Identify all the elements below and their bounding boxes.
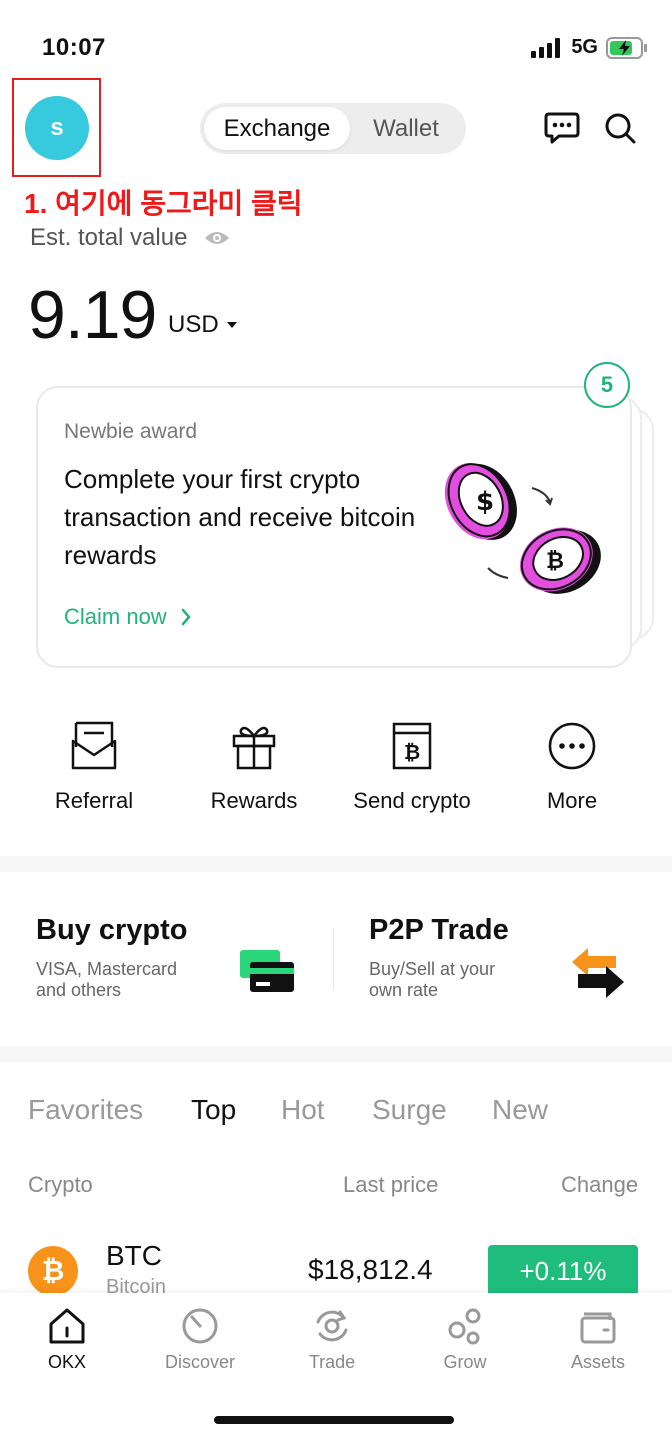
balance-amount: 9.19 — [28, 277, 157, 353]
row-change-badge[interactable]: +0.11% — [488, 1245, 638, 1297]
buy-crypto-title: Buy crypto — [36, 914, 188, 946]
nav-discover[interactable]: Discover — [145, 1306, 255, 1373]
section-divider — [0, 1046, 672, 1062]
card-kicker: Newbie award — [64, 420, 198, 443]
more-icon — [544, 718, 600, 774]
nav-label: Discover — [164, 1352, 235, 1372]
svg-text:₿: ₿ — [404, 740, 420, 764]
currency-selector[interactable]: USD — [168, 311, 237, 339]
caret-down-icon — [226, 322, 237, 328]
home-icon — [49, 1308, 85, 1344]
quick-action-rewards[interactable]: Rewards — [184, 718, 324, 814]
nav-label: OKX — [47, 1352, 86, 1372]
card-description: Complete your first crypto transaction a… — [64, 464, 416, 570]
quick-action-send-crypto[interactable]: ₿ Send crypto — [342, 718, 482, 814]
currency-label: USD — [168, 311, 219, 338]
avatar[interactable]: s — [25, 96, 89, 160]
quick-action-label: Send crypto — [353, 788, 471, 813]
svg-text:₿: ₿ — [546, 549, 564, 574]
section-divider — [0, 856, 672, 872]
home-indicator[interactable] — [214, 1416, 454, 1424]
battery-icon — [606, 36, 647, 59]
svg-text:$: $ — [476, 487, 494, 517]
gift-icon — [226, 718, 282, 774]
quick-action-more[interactable]: More — [502, 718, 642, 814]
p2p-sub2: own rate — [369, 980, 439, 1000]
signal-icon — [531, 37, 561, 58]
segment-wallet[interactable]: Wallet — [350, 107, 462, 150]
quick-action-referral[interactable]: Referral — [24, 718, 164, 814]
chevron-right-icon — [181, 608, 191, 626]
column-header-last-price[interactable]: Last price — [343, 1172, 438, 1198]
est-total-label: Est. total value — [30, 224, 188, 251]
status-indicators: 5G — [531, 36, 648, 59]
mode-switch: Exchange Wallet — [200, 103, 466, 154]
exchange-arrows-icon — [572, 948, 624, 998]
vertical-divider — [333, 928, 334, 990]
chat-icon[interactable] — [542, 108, 582, 148]
annotation-text: 1. 여기에 동그라미 클릭 — [24, 188, 303, 219]
row-price: $18,812.4 — [308, 1254, 433, 1285]
row-symbol: BTC — [106, 1240, 162, 1271]
trade-icon — [316, 1310, 348, 1342]
network-label: 5G — [571, 36, 598, 58]
buy-crypto-sub1: VISA, Mastercard — [36, 959, 178, 979]
buy-crypto-card[interactable]: Buy crypto VISA, Mastercard and others — [36, 914, 187, 1001]
column-header-crypto[interactable]: Crypto — [28, 1172, 93, 1198]
est-total-value: Est. total value — [30, 224, 231, 252]
envelope-icon — [66, 718, 122, 774]
claim-now-label: Claim now — [64, 604, 167, 629]
send-crypto-icon: ₿ — [384, 718, 440, 774]
p2p-trade-card[interactable]: P2P Trade Buy/Sell at your own rate — [369, 914, 509, 1001]
claim-now-link[interactable]: Claim now — [64, 604, 191, 630]
eye-icon[interactable] — [203, 229, 231, 247]
card-icon — [240, 950, 294, 992]
status-time: 10:07 — [42, 34, 106, 61]
nav-okx[interactable]: OKX — [12, 1306, 122, 1373]
bitcoin-icon: ₿ — [28, 1246, 78, 1296]
tab-favorites[interactable]: Favorites — [28, 1094, 143, 1126]
tab-top[interactable]: Top — [191, 1094, 236, 1126]
card-count-badge: 5 — [584, 362, 630, 408]
quick-action-label: Rewards — [210, 788, 298, 813]
quick-action-label: More — [546, 788, 598, 813]
tab-surge[interactable]: Surge — [372, 1094, 447, 1126]
nav-assets[interactable]: Assets — [543, 1306, 653, 1373]
search-icon[interactable] — [600, 108, 640, 148]
grow-icon — [448, 1308, 481, 1345]
discover-icon — [182, 1308, 218, 1344]
nav-label: Assets — [570, 1352, 626, 1372]
tab-new[interactable]: New — [492, 1094, 548, 1126]
quick-action-label: Referral — [54, 788, 134, 813]
buy-crypto-sub2: and others — [36, 980, 122, 1000]
nav-label: Trade — [308, 1352, 356, 1372]
coins-illustration-icon: $ ₿ — [444, 463, 601, 594]
wallet-icon — [580, 1312, 616, 1344]
nav-grow[interactable]: Grow — [410, 1306, 520, 1373]
p2p-title: P2P Trade — [369, 914, 509, 946]
column-header-change[interactable]: Change — [561, 1172, 638, 1198]
nav-trade[interactable]: Trade — [277, 1306, 387, 1373]
tab-hot[interactable]: Hot — [281, 1094, 325, 1126]
segment-exchange[interactable]: Exchange — [204, 107, 350, 150]
p2p-sub1: Buy/Sell at your — [369, 959, 496, 979]
nav-label: Grow — [443, 1352, 487, 1372]
